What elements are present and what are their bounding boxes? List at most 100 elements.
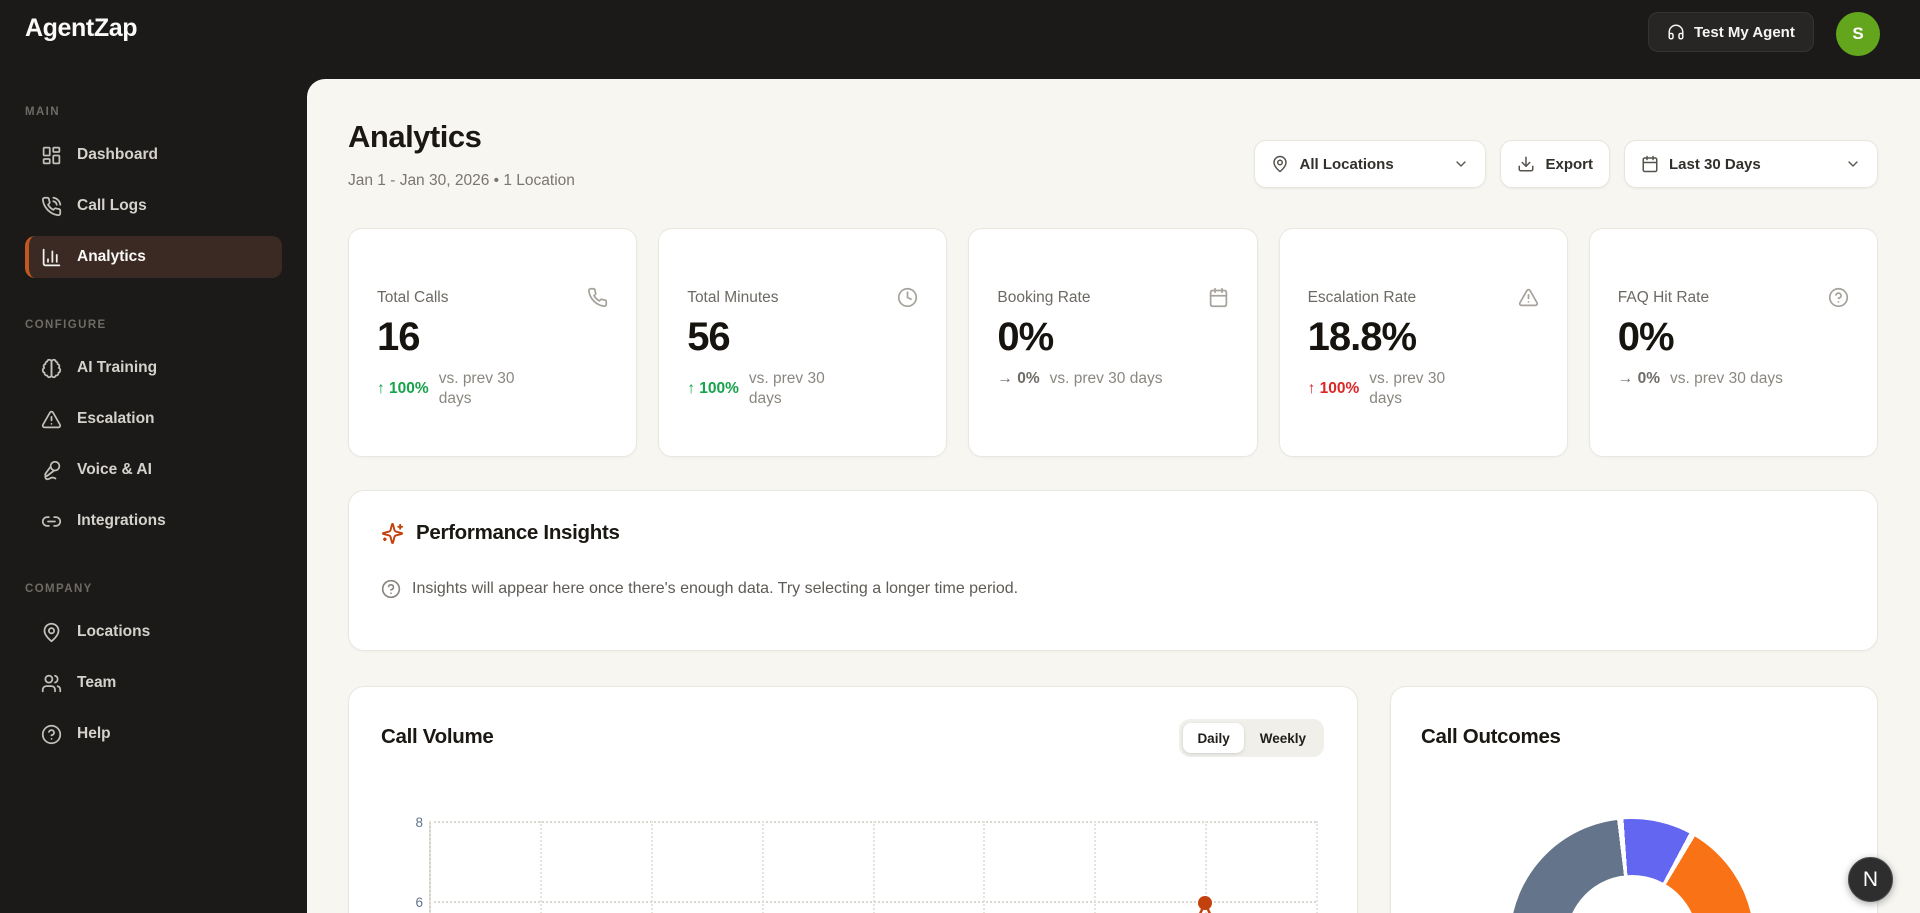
test-my-agent-label: Test My Agent <box>1694 23 1795 41</box>
sidebar-item-label: Team <box>77 674 117 691</box>
date-range-value: Last 30 Days <box>1669 155 1761 173</box>
clock-icon <box>897 287 918 308</box>
insights-empty-message: Insights will appear here once there's e… <box>412 580 1019 597</box>
sidebar-section-title: MAIN <box>25 106 60 118</box>
calendar-icon <box>1641 155 1659 173</box>
toggle-daily[interactable]: Daily <box>1183 723 1244 753</box>
sidebar-item-label: Call Logs <box>77 197 147 214</box>
sidebar-section-company: COMPANY Locations Team Help <box>25 583 282 755</box>
stat-delta: ↑ 100% <box>1307 380 1360 398</box>
sidebar-item-label: Help <box>77 725 111 742</box>
stat-delta: → 0% <box>997 370 1040 388</box>
sidebar-item-analytics[interactable]: Analytics <box>25 236 282 278</box>
stat-value: 56 <box>687 315 731 359</box>
sidebar-item-label: Integrations <box>77 512 166 529</box>
performance-insights-card: Performance Insights Insights will appea… <box>348 490 1878 651</box>
page-title: Analytics <box>348 119 482 154</box>
sidebar-item-voice-ai[interactable]: Voice & AI <box>25 449 282 491</box>
sidebar-item-dashboard[interactable]: Dashboard <box>25 134 282 176</box>
headphones-icon <box>1667 23 1685 41</box>
stat-card-total-minutes: Total Minutes 56 ↑ 100% vs. prev 30 days <box>658 228 948 457</box>
gridline-x-4 <box>872 821 875 913</box>
stat-label: FAQ Hit Rate <box>1617 289 1710 306</box>
nextjs-dev-badge[interactable]: N <box>1848 857 1893 902</box>
voice-ai-icon <box>41 460 62 481</box>
stats-row: Total Calls 16 ↑ 100% vs. prev 30 days Total… <box>348 228 1878 457</box>
sidebar-item-label: AI Training <box>77 359 158 376</box>
stat-card-escalation-rate: Escalation Rate 18.8% ↑ 100% vs. prev 30 da… <box>1278 228 1568 457</box>
ai-training-icon <box>41 358 62 379</box>
export-button[interactable]: Export <box>1500 140 1610 188</box>
dashboard-icon <box>41 145 62 166</box>
sidebar-item-label: Escalation <box>77 410 155 427</box>
stat-compare-note: vs. prev 30 days <box>438 370 515 408</box>
sidebar-section-main: MAIN Dashboard Call Logs Analytics <box>25 106 282 278</box>
sidebar-item-label: Voice & AI <box>77 461 152 478</box>
gridline-x-5 <box>983 821 986 913</box>
sidebar-section-configure: CONFIGURE AI Training Escalation Voice & AI… <box>25 319 282 542</box>
stat-label: Total Minutes <box>687 289 779 306</box>
gridline-x-3 <box>761 821 764 913</box>
call-outcomes-title: Call Outcomes <box>1421 725 1561 748</box>
download-icon <box>1517 155 1535 173</box>
integrations-icon <box>41 511 62 532</box>
sidebar-item-team[interactable]: Team <box>25 662 282 704</box>
help-circle-icon <box>1828 287 1849 308</box>
test-my-agent-button[interactable]: Test My Agent <box>1648 12 1814 52</box>
call-outcomes-card: Call Outcomes <box>1390 686 1878 913</box>
sparkles-icon <box>381 522 404 545</box>
date-range-dropdown[interactable]: Last 30 Days <box>1624 140 1878 188</box>
chevron-down-icon <box>1845 156 1861 172</box>
stat-value: 18.8% <box>1307 315 1417 359</box>
toggle-weekly[interactable]: Weekly <box>1246 723 1320 753</box>
stat-label: Escalation Rate <box>1307 289 1417 306</box>
sidebar-section-title: CONFIGURE <box>25 319 107 331</box>
sidebar-item-call-logs[interactable]: Call Logs <box>25 185 282 227</box>
location-filter-dropdown[interactable]: All Locations <box>1254 140 1487 188</box>
sidebar-item-label: Analytics <box>77 248 146 265</box>
escalation-icon <box>41 409 62 430</box>
stat-value: 0% <box>1617 315 1675 359</box>
user-avatar[interactable]: S <box>1836 12 1880 56</box>
insights-title: Performance Insights <box>416 521 620 544</box>
help-circle-icon <box>381 579 401 599</box>
y-axis-tick-6: 6 <box>415 895 423 910</box>
call-volume-mode-toggle: Daily Weekly <box>1179 719 1324 757</box>
line-data-point[interactable] <box>1198 896 1212 910</box>
chevron-down-icon <box>1453 156 1469 172</box>
gridline-x-2 <box>650 821 653 913</box>
sidebar-item-help[interactable]: Help <box>25 713 282 755</box>
stat-card-total-calls: Total Calls 16 ↑ 100% vs. prev 30 days <box>348 228 638 457</box>
export-label: Export <box>1545 155 1593 173</box>
main-panel: Analytics Jan 1 - Jan 30, 2026 • 1 Locat… <box>307 79 1920 913</box>
call-volume-card: Call Volume Daily Weekly 8 6 <box>348 686 1358 913</box>
sidebar-item-ai-training[interactable]: AI Training <box>25 347 282 389</box>
stat-label: Total Calls <box>377 289 449 306</box>
sidebar-item-integrations[interactable]: Integrations <box>25 500 282 542</box>
sidebar-item-escalation[interactable]: Escalation <box>25 398 282 440</box>
app-logo: AgentZap <box>25 14 138 42</box>
gridline-x-6 <box>1094 821 1097 913</box>
gridline-x-1 <box>539 821 542 913</box>
stat-delta: ↑ 100% <box>377 380 429 398</box>
team-icon <box>41 673 62 694</box>
stat-card-faq-hit-rate: FAQ Hit Rate 0% → 0% vs. prev 30 days <box>1588 228 1878 457</box>
y-axis-tick-8: 8 <box>415 815 423 830</box>
call-outcomes-donut-chart[interactable] <box>1510 819 1754 913</box>
analytics-icon <box>41 247 62 268</box>
gridline-x-0 <box>429 821 431 913</box>
donut-hole <box>1566 875 1698 913</box>
stat-delta: → 0% <box>1617 370 1661 388</box>
sidebar: MAIN Dashboard Call Logs Analytics CONFIGURE… <box>0 49 307 764</box>
stat-label: Booking Rate <box>997 289 1091 306</box>
stat-compare-note: vs. prev 30 days <box>1049 370 1163 387</box>
stat-value: 0% <box>997 315 1054 359</box>
alert-triangle-icon <box>1518 288 1539 308</box>
calendar-icon <box>1208 287 1229 308</box>
sidebar-item-locations[interactable]: Locations <box>25 611 282 653</box>
stat-value: 16 <box>377 315 421 359</box>
locations-icon <box>41 622 62 643</box>
phone-icon <box>587 287 608 308</box>
call-logs-icon <box>41 196 62 217</box>
stat-compare-note: vs. prev 30 days <box>748 370 825 408</box>
